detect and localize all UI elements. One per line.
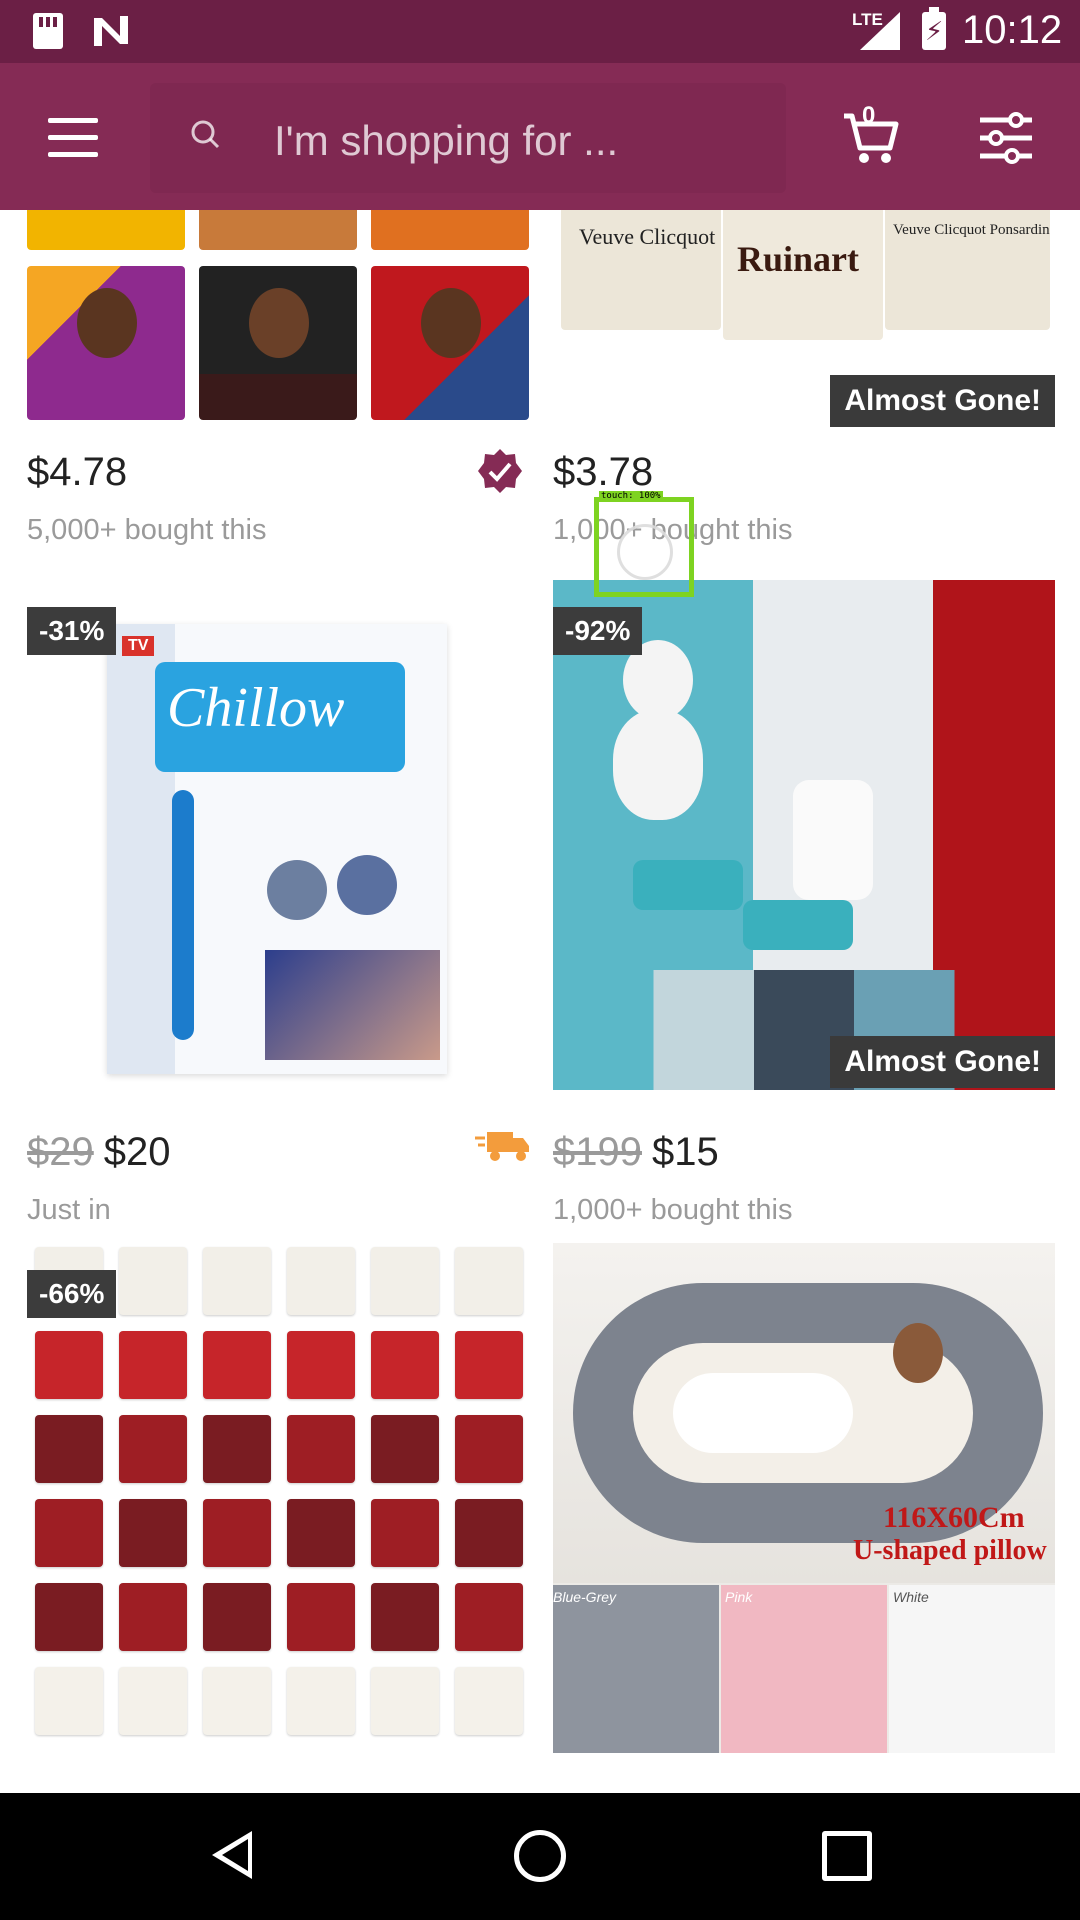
discount-badge: -66% bbox=[27, 1270, 117, 1318]
pillow-tile bbox=[203, 1247, 271, 1315]
pillow-tile bbox=[287, 1667, 355, 1735]
signal-icon bbox=[860, 12, 900, 50]
back-icon[interactable] bbox=[212, 1831, 252, 1879]
pillow-size-label: 116X60Cm bbox=[883, 1501, 1025, 1534]
product-subtitle: Just in bbox=[27, 1194, 111, 1226]
pillow-tile bbox=[119, 1583, 187, 1651]
menu-button[interactable] bbox=[48, 118, 98, 158]
cart-count: 0 bbox=[862, 102, 876, 129]
sd-card-icon bbox=[33, 13, 63, 49]
pillow-tile bbox=[35, 1667, 103, 1735]
product-feed[interactable]: $4.78 5,000+ bought this Veuve Clicquot … bbox=[0, 210, 1080, 1793]
sale-price: $20 bbox=[103, 1130, 171, 1174]
almost-gone-badge: Almost Gone! bbox=[830, 375, 1055, 427]
pillow-tile bbox=[371, 1667, 439, 1735]
home-icon[interactable] bbox=[514, 1830, 566, 1882]
pillow-tile bbox=[371, 1331, 439, 1399]
sale-price: $15 bbox=[651, 1130, 719, 1174]
discount-badge: -31% bbox=[27, 607, 117, 655]
pillow-tile bbox=[203, 1583, 271, 1651]
pillow-tile bbox=[119, 1667, 187, 1735]
pillow-tile bbox=[119, 1415, 187, 1483]
fast-shipping-truck-icon bbox=[475, 1132, 529, 1161]
product-image: Chillow TV bbox=[27, 580, 529, 1090]
product-image: 116X60Cm U-shaped pillow Blue-Grey Pink … bbox=[553, 1243, 1055, 1753]
pillow-tile bbox=[203, 1415, 271, 1483]
touch-indicator: touch: 100% bbox=[594, 491, 694, 597]
brand-label: Veuve Clicquot Ponsardin bbox=[893, 222, 1050, 238]
pillow-tile bbox=[455, 1331, 523, 1399]
search-input[interactable]: I'm shopping for ... bbox=[274, 117, 618, 165]
status-bar: LTE ⚡ 10:12 bbox=[0, 0, 1080, 63]
product-image bbox=[27, 1243, 529, 1753]
pillow-tile bbox=[455, 1499, 523, 1567]
almost-gone-badge: Almost Gone! bbox=[830, 1036, 1055, 1088]
clock: 10:12 bbox=[962, 8, 1063, 52]
charging-bolt-icon: ⚡ bbox=[925, 16, 944, 46]
product-price: $29 $20 bbox=[27, 1130, 171, 1175]
product-subtitle: 5,000+ bought this bbox=[27, 514, 267, 546]
system-nav-bar bbox=[0, 1793, 1080, 1920]
product-price: $3.78 bbox=[553, 450, 654, 494]
pillow-tile bbox=[35, 1583, 103, 1651]
pillow-tile bbox=[371, 1583, 439, 1651]
pillow-type-label: U-shaped pillow bbox=[853, 1535, 1047, 1566]
pillow-tile bbox=[203, 1331, 271, 1399]
discount-badge: -92% bbox=[553, 607, 643, 655]
pillow-tile bbox=[287, 1499, 355, 1567]
color-option-label: White bbox=[893, 1589, 929, 1605]
color-option-label: Blue-Grey bbox=[553, 1589, 617, 1605]
n-logo-icon bbox=[94, 16, 128, 46]
pillow-tile bbox=[203, 1499, 271, 1567]
product-image bbox=[27, 210, 529, 422]
original-price: $199 bbox=[553, 1130, 642, 1174]
pillow-tile bbox=[455, 1415, 523, 1483]
product-image bbox=[553, 580, 1055, 1090]
pillow-tile bbox=[287, 1331, 355, 1399]
touch-indicator-label: touch: 100% bbox=[599, 491, 663, 501]
product-subtitle: 1,000+ bought this bbox=[553, 1194, 793, 1226]
product-price: $199 $15 bbox=[553, 1130, 719, 1175]
pillow-tile bbox=[287, 1583, 355, 1651]
pillow-tile bbox=[455, 1247, 523, 1315]
pillow-tile bbox=[35, 1331, 103, 1399]
pillow-tile bbox=[119, 1499, 187, 1567]
pillow-tile bbox=[371, 1415, 439, 1483]
pillow-tile bbox=[287, 1247, 355, 1315]
pillow-tile bbox=[119, 1331, 187, 1399]
pillow-tile bbox=[371, 1247, 439, 1315]
color-option-label: Pink bbox=[725, 1589, 753, 1605]
pillow-tile bbox=[455, 1583, 523, 1651]
pillow-tile bbox=[287, 1415, 355, 1483]
recents-icon[interactable] bbox=[822, 1831, 872, 1881]
search-icon bbox=[191, 120, 220, 149]
original-price: $29 bbox=[27, 1130, 94, 1174]
pillow-tile bbox=[455, 1667, 523, 1735]
product-price: $4.78 bbox=[27, 450, 128, 494]
pillow-tile bbox=[119, 1247, 187, 1315]
brand-label: Veuve Clicquot bbox=[579, 224, 716, 249]
brand-label: Ruinart bbox=[737, 239, 860, 279]
pillow-tile bbox=[371, 1499, 439, 1567]
menu-icon bbox=[48, 118, 98, 123]
pillow-tile bbox=[203, 1667, 271, 1735]
filter-icon[interactable] bbox=[978, 112, 1034, 164]
chillow-brand-label: Chillow bbox=[167, 677, 345, 739]
search-bar[interactable]: I'm shopping for ... bbox=[150, 83, 786, 193]
pillow-tile bbox=[35, 1415, 103, 1483]
pillow-tile bbox=[35, 1499, 103, 1567]
cart-button[interactable]: 0 bbox=[840, 102, 900, 166]
verified-badge-icon bbox=[478, 449, 522, 493]
